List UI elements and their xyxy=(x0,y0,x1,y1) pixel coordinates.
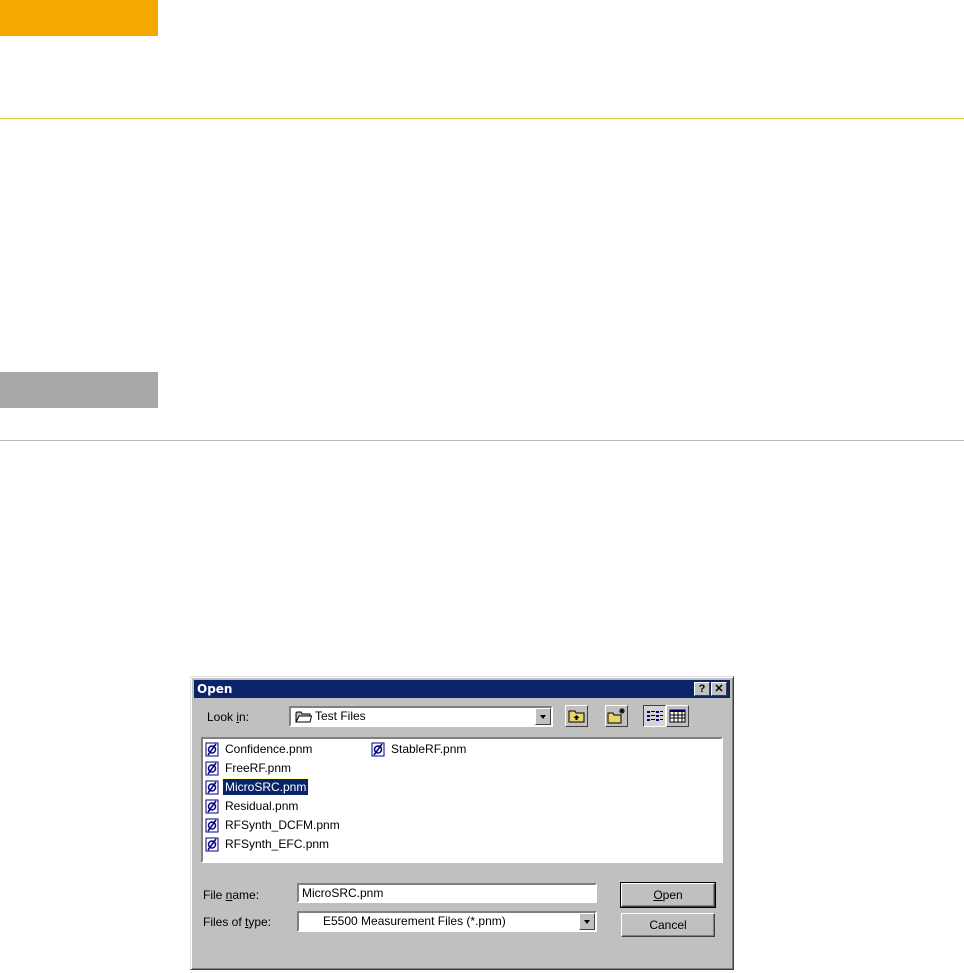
pnm-file-icon xyxy=(371,742,385,757)
open-button[interactable]: Open xyxy=(620,882,716,908)
dialog-titlebar[interactable]: Open ? ✕ xyxy=(194,680,730,698)
section-tab-gray xyxy=(0,372,158,408)
file-name-input[interactable]: MicroSRC.pnm xyxy=(297,883,597,903)
folder-up-icon xyxy=(568,710,585,723)
new-folder-icon xyxy=(607,708,625,724)
file-name-label: FreeRF.pnm xyxy=(225,761,292,775)
pnm-file-icon xyxy=(205,742,219,757)
look-in-dropdown[interactable]: Test Files xyxy=(289,706,553,727)
details-view-button[interactable] xyxy=(666,705,689,727)
file-name-label: RFSynth_EFC.pnm xyxy=(225,837,330,851)
files-of-type-value: E5500 Measurement Files (*.pnm) xyxy=(323,914,506,928)
look-in-value: Test Files xyxy=(315,709,366,723)
up-one-level-button[interactable] xyxy=(565,705,588,727)
files-of-type-label: Files of type: xyxy=(203,915,272,929)
details-view-icon xyxy=(669,709,686,723)
look-in-label: Look in: xyxy=(207,710,250,724)
pnm-file-icon xyxy=(205,799,219,814)
help-button[interactable]: ? xyxy=(694,682,710,696)
list-view-button[interactable] xyxy=(643,705,666,727)
file-name-label: StableRF.pnm xyxy=(391,742,467,756)
file-list[interactable]: Confidence.pnm FreeRF.pnm MicroSRC.pnm R… xyxy=(201,737,723,863)
open-dialog: Open ? ✕ Look in: Test Files Confidence.… xyxy=(190,676,734,970)
divider-rule-gray xyxy=(0,440,964,441)
chevron-down-icon[interactable] xyxy=(579,913,595,930)
file-name-label: File name: xyxy=(203,888,260,902)
cancel-button[interactable]: Cancel xyxy=(621,913,715,937)
pnm-file-icon xyxy=(205,818,219,833)
pnm-file-icon xyxy=(205,780,219,795)
file-name-label: MicroSRC.pnm xyxy=(221,778,310,796)
pnm-file-icon xyxy=(205,837,219,852)
close-button[interactable]: ✕ xyxy=(711,682,727,696)
pnm-file-icon xyxy=(205,761,219,776)
file-name-label: Residual.pnm xyxy=(225,799,299,813)
folder-icon xyxy=(295,711,312,723)
list-view-icon xyxy=(647,711,663,721)
files-of-type-dropdown[interactable]: E5500 Measurement Files (*.pnm) xyxy=(297,911,597,932)
divider-rule xyxy=(0,118,964,119)
section-tab-accent xyxy=(0,0,158,36)
chevron-down-icon[interactable] xyxy=(535,708,551,725)
create-new-folder-button[interactable] xyxy=(605,705,628,727)
dialog-title: Open xyxy=(197,682,233,696)
file-name-label: Confidence.pnm xyxy=(225,742,313,756)
file-name-label: RFSynth_DCFM.pnm xyxy=(225,818,340,832)
